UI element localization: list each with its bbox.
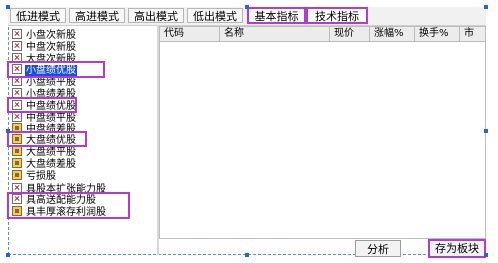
x-box-icon — [12, 112, 22, 122]
x-box-icon — [12, 41, 22, 51]
resize-handle[interactable] — [484, 5, 488, 9]
tree-item[interactable]: 中盘次新股 — [12, 41, 77, 53]
folder-icon — [12, 158, 22, 168]
column-header-market[interactable]: 市 — [460, 27, 485, 41]
column-header-price[interactable]: 现价 — [330, 27, 370, 41]
tab-high-exit[interactable]: 高出模式 — [128, 8, 184, 23]
tab-low-entry[interactable]: 低进模式 — [10, 8, 66, 23]
resize-handle[interactable] — [245, 5, 249, 9]
resize-handle[interactable] — [6, 129, 10, 133]
tree-item[interactable]: 亏损股 — [12, 170, 57, 182]
category-tree: 小盘次新股 中盘次新股 大盘次新股 小盘绩优股 小盘绩平股 小盘绩差股 中盘绩优… — [7, 26, 150, 251]
resize-handle[interactable] — [484, 253, 488, 257]
highlight-box — [7, 61, 105, 78]
tab-technical-indicators[interactable]: 技术指标 — [306, 7, 368, 24]
tree-item[interactable]: 小盘次新股 — [12, 29, 77, 41]
x-box-icon — [12, 29, 22, 39]
column-header-change[interactable]: 涨幅% — [370, 27, 415, 41]
table-header: 代码 名称 现价 涨幅% 换手% 市 — [160, 27, 485, 42]
tree-item[interactable]: 中盘绩平股 — [12, 112, 77, 124]
tab-low-exit[interactable]: 低出模式 — [187, 8, 243, 23]
column-header-turnover[interactable]: 换手% — [415, 27, 460, 41]
tab-basic-indicators[interactable]: 基本指标 — [247, 7, 306, 24]
save-as-block-button[interactable]: 存为板块 — [428, 239, 486, 258]
mode-toolbar: 低进模式 高进模式 高出模式 低出模式 基本指标 技术指标 — [8, 7, 486, 26]
column-header-code[interactable]: 代码 — [160, 27, 220, 41]
highlight-box — [7, 192, 130, 219]
tree-item[interactable]: 大盘绩平股 — [12, 146, 77, 158]
resize-handle[interactable] — [484, 129, 488, 133]
stock-table: 代码 名称 现价 涨幅% 换手% 市 — [159, 26, 486, 239]
tree-item[interactable]: 大盘绩差股 — [12, 158, 77, 170]
tab-high-entry[interactable]: 高进模式 — [69, 8, 125, 23]
column-header-name[interactable]: 名称 — [220, 27, 330, 41]
folder-icon — [12, 170, 22, 180]
highlight-box — [7, 97, 77, 113]
resize-handle[interactable] — [6, 253, 10, 257]
folder-icon — [12, 146, 22, 156]
analyze-button[interactable]: 分析 — [355, 240, 401, 257]
resize-handle[interactable] — [245, 253, 249, 257]
resize-handle[interactable] — [6, 5, 10, 9]
highlight-box — [7, 131, 87, 147]
